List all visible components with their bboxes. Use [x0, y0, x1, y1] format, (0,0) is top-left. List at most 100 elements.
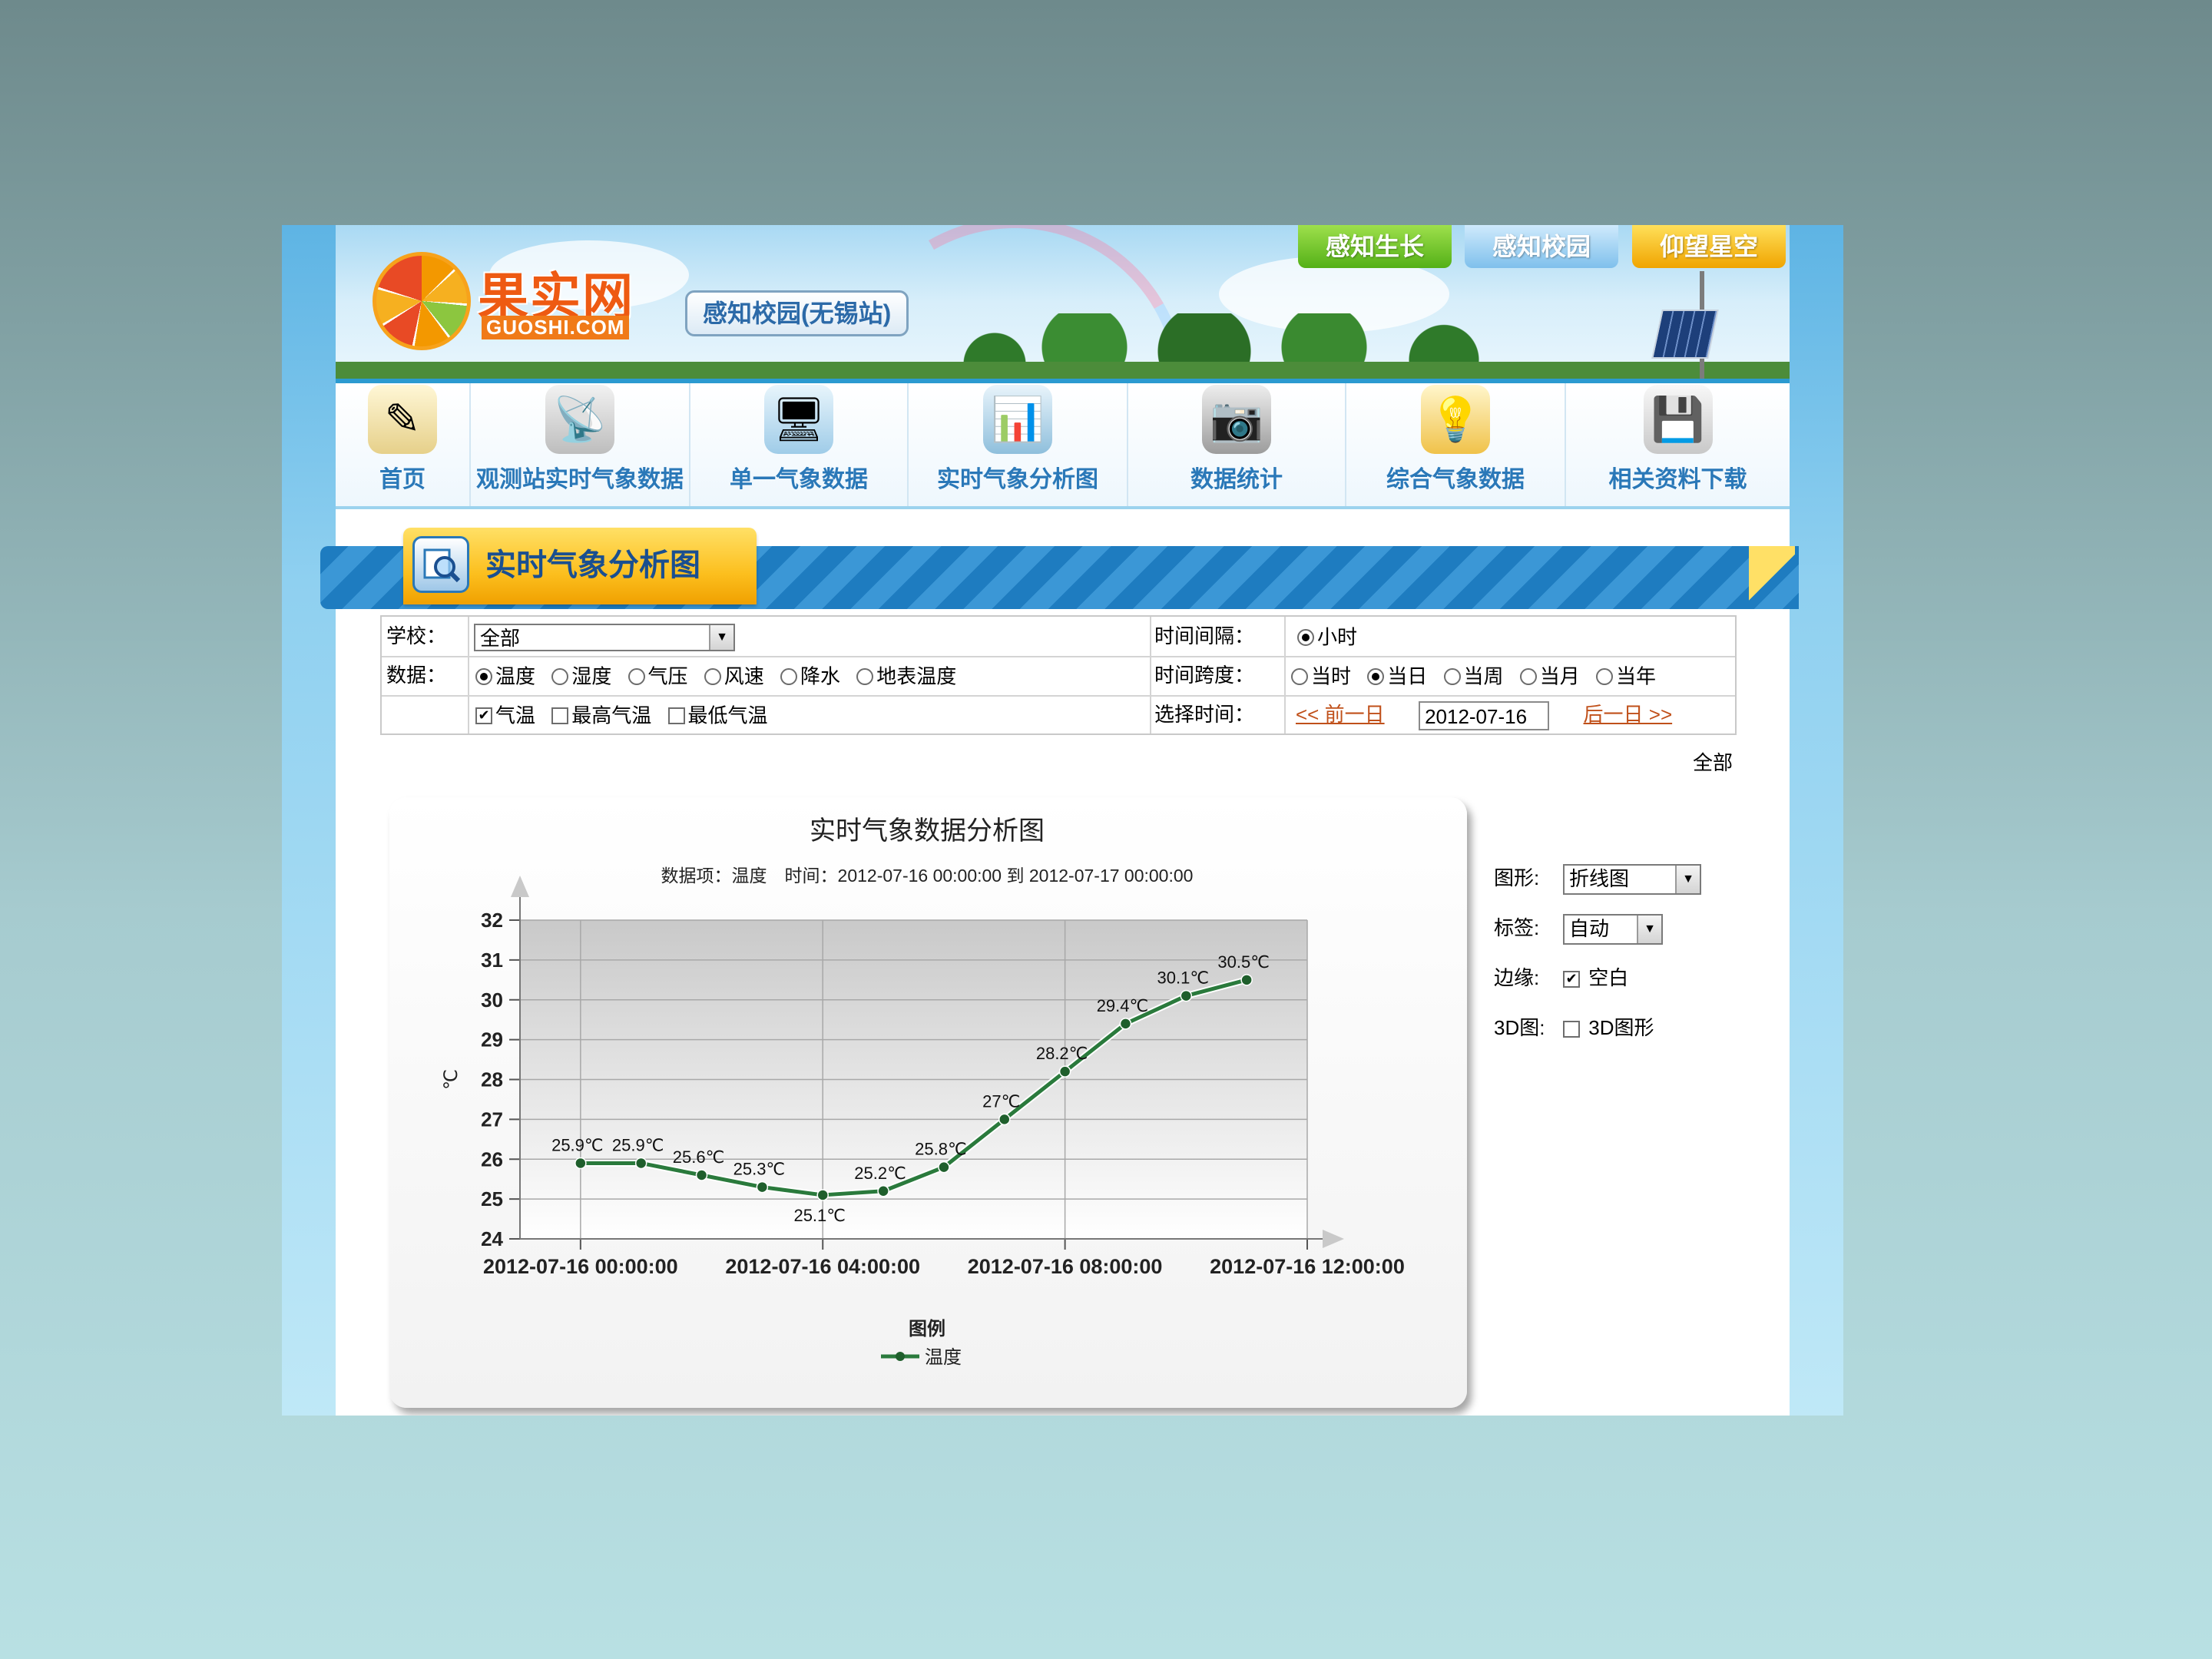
- x-tick-label: 2012-07-16 00:00:00: [483, 1255, 678, 1278]
- section-title: 实时气象分析图: [485, 548, 700, 582]
- y-tick-label: 24: [481, 1227, 503, 1250]
- chart-options-panel: 图形: 折线图 ▼ 标签: 自动 ▼ 边缘: ✔ 空白 3D图: 3D图形: [1494, 863, 1747, 1062]
- nav-item-label: 综合气象数据: [1386, 467, 1525, 492]
- span-radio-now[interactable]: [1291, 668, 1308, 686]
- nav-item-downloads[interactable]: 💾 相关资料下载: [1566, 383, 1790, 506]
- chevron-down-icon[interactable]: ▼: [1675, 866, 1700, 894]
- top-tab-sense-growth[interactable]: 感知生长: [1298, 225, 1452, 268]
- radio-label: 小时: [1317, 625, 1358, 649]
- margin-label: 边缘:: [1494, 966, 1540, 989]
- nav-item-label: 数据统计: [1190, 467, 1283, 492]
- y-tick-label: 26: [481, 1147, 503, 1171]
- span-radio-week[interactable]: [1443, 668, 1461, 686]
- x-tick-label: 2012-07-16 04:00:00: [725, 1255, 920, 1278]
- school-select[interactable]: 全部 ▼: [474, 624, 735, 652]
- main-nav: ✎ 首页 📡 观测站实时气象数据 🖥 单一气象数据 📊 实时气象分析图 📷 数据…: [336, 379, 1790, 509]
- y-tick-label: 29: [481, 1028, 503, 1051]
- d3-label: 3D图:: [1494, 1016, 1545, 1039]
- x-tick-label: 2012-07-16 08:00:00: [968, 1255, 1163, 1278]
- next-day-link[interactable]: 后一日 >>: [1584, 703, 1673, 726]
- data-radio-pressure[interactable]: [628, 668, 645, 686]
- option-row-shape: 图形: 折线图 ▼: [1494, 863, 1747, 912]
- data-label: 25.2℃: [854, 1164, 906, 1183]
- monitor-dish-icon: 🖥: [764, 385, 833, 454]
- data-label: 30.5℃: [1217, 952, 1270, 972]
- data-radio-humidity[interactable]: [551, 668, 569, 686]
- nav-item-realtime-chart[interactable]: 📊 实时气象分析图: [909, 383, 1128, 506]
- data-label: 25.8℃: [915, 1140, 967, 1159]
- nav-item-station-realtime[interactable]: 📡 观测站实时气象数据: [471, 383, 690, 506]
- temp-check-max[interactable]: [551, 707, 569, 725]
- nav-item-single-data[interactable]: 🖥 单一气象数据: [690, 383, 909, 506]
- all-link[interactable]: 全部: [1693, 747, 1733, 776]
- data-radio-temperature[interactable]: [475, 668, 492, 686]
- interval-options: 小时: [1286, 617, 1357, 656]
- radio-label: 地表温度: [876, 664, 957, 688]
- x-tick-label: 2012-07-16 12:00:00: [1210, 1255, 1405, 1278]
- 3d-checkbox[interactable]: [1563, 1021, 1580, 1038]
- option-row-margin: 边缘: ✔ 空白: [1494, 962, 1747, 1012]
- chevron-down-icon[interactable]: ▼: [709, 625, 733, 651]
- checkbox-label: 气温: [495, 704, 536, 727]
- data-label: 25.9℃: [551, 1135, 604, 1154]
- pencil-book-icon: ✎: [368, 385, 437, 454]
- data-point: [634, 1157, 647, 1170]
- ground-decoration: [336, 362, 1790, 379]
- interval-label: 时间间隔：: [1154, 624, 1255, 647]
- radio-label: 当月: [1539, 664, 1580, 688]
- radio-label: 当周: [1463, 664, 1504, 688]
- data-point: [816, 1189, 829, 1201]
- margin-checkbox[interactable]: ✔: [1563, 971, 1580, 988]
- data-point: [756, 1181, 769, 1194]
- tag-select[interactable]: 自动 ▼: [1563, 914, 1663, 945]
- legend-marker: [896, 1352, 905, 1361]
- chevron-down-icon[interactable]: ▼: [1637, 916, 1661, 944]
- nav-item-label: 首页: [379, 467, 426, 492]
- data-radio-ground-temp[interactable]: [856, 668, 874, 686]
- temp-check-air[interactable]: ✔: [475, 707, 492, 725]
- x-axis-arrow-icon: [1323, 1230, 1344, 1248]
- date-input[interactable]: 2012-07-16: [1419, 701, 1550, 731]
- filter-row: 数据： 温度 湿度 气压 风速 降水 地表温度 时间跨度： 当时 当日 当周 当…: [382, 656, 1735, 697]
- nav-item-combined-data[interactable]: 💡 综合气象数据: [1346, 383, 1566, 506]
- data-label: 25.6℃: [673, 1147, 725, 1167]
- tag-label: 标签:: [1494, 916, 1540, 939]
- station-badge: 感知校园(无锡站): [685, 290, 909, 336]
- data-radio-windspeed[interactable]: [704, 668, 721, 686]
- y-tick-label: 27: [481, 1108, 503, 1131]
- interval-radio-hour[interactable]: [1297, 629, 1314, 647]
- logo-orange-icon[interactable]: [373, 252, 471, 350]
- shape-select[interactable]: 折线图 ▼: [1563, 864, 1701, 896]
- filter-row: ✔ 气温 最高气温 最低气温 选择时间： << 前一日 2012-07-16 后一…: [382, 695, 1735, 734]
- radio-label: 气压: [647, 664, 688, 688]
- screen-frame: 果实网 GUOSHI.COM 感知校园(无锡站) 感知生长 感知校园 仰望星空 …: [282, 225, 1843, 1416]
- top-tab-sense-campus[interactable]: 感知校园: [1465, 225, 1618, 268]
- data-point: [998, 1113, 1011, 1126]
- tv-chart-icon: 📊: [983, 385, 1052, 454]
- y-axis-label: ℃: [441, 1069, 462, 1090]
- span-radio-month[interactable]: [1519, 668, 1537, 686]
- nav-item-label: 观测站实时气象数据: [476, 467, 684, 492]
- y-tick-label: 28: [481, 1068, 503, 1091]
- span-radio-year[interactable]: [1596, 668, 1613, 686]
- data-radio-precipitation[interactable]: [780, 668, 797, 686]
- y-tick-label: 31: [481, 949, 503, 972]
- nav-item-home[interactable]: ✎ 首页: [336, 383, 471, 506]
- prev-day-link[interactable]: << 前一日: [1296, 703, 1385, 726]
- y-tick-label: 25: [481, 1187, 503, 1210]
- nav-item-label: 单一气象数据: [730, 467, 868, 492]
- radio-label: 降水: [800, 664, 841, 688]
- shape-label: 图形:: [1494, 866, 1540, 889]
- temp-check-min[interactable]: [667, 707, 685, 725]
- option-row-3d: 3D图: 3D图形: [1494, 1012, 1747, 1062]
- top-tab-stargazing[interactable]: 仰望星空: [1632, 225, 1786, 268]
- span-options: 当时 当日 当周 当月 当年: [1280, 656, 1656, 695]
- checkbox-label: 最低气温: [687, 704, 768, 727]
- data-label: 29.4℃: [1097, 996, 1149, 1015]
- satellite-phone-icon: 📡: [545, 385, 614, 454]
- radio-label: 风速: [724, 664, 764, 688]
- filter-table: 学校： 全部 ▼ 时间间隔： 小时 数据： 温度 湿度 气压 风速 降水 地表温…: [380, 615, 1737, 735]
- nav-item-statistics[interactable]: 📷 数据统计: [1128, 383, 1346, 506]
- span-radio-day[interactable]: [1367, 668, 1385, 686]
- chart-card: 实时气象数据分析图 数据项：温度 时间：2012-07-16 00:00:00 到…: [389, 797, 1467, 1408]
